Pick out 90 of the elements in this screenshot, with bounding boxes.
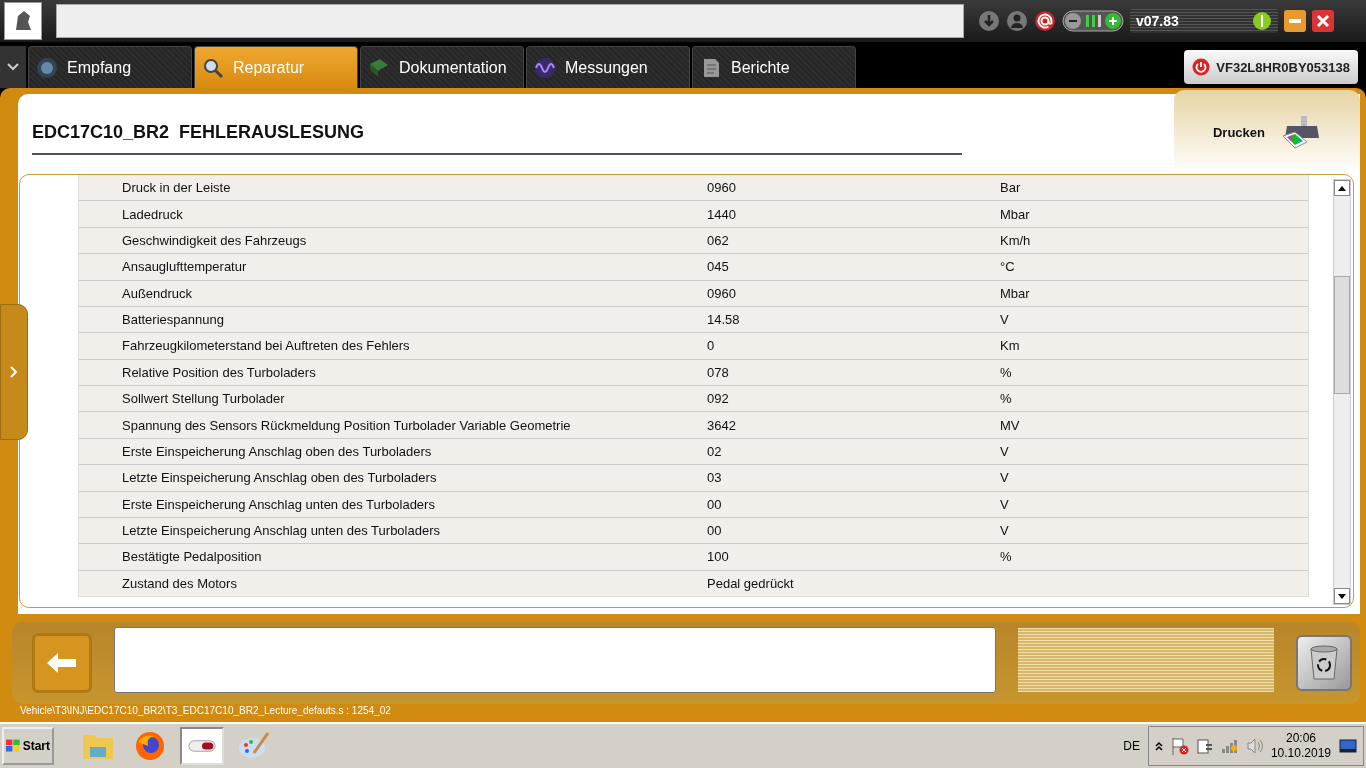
start-button[interactable]: Start (2, 727, 54, 765)
parameter-value: 00 (707, 523, 723, 539)
parameter-unit: V (1000, 470, 1010, 486)
parameter-unit: Mbar (1000, 206, 1031, 222)
trash-icon (1309, 645, 1339, 681)
print-button[interactable]: Drucken (1174, 90, 1360, 174)
language-indicator[interactable]: DE (1123, 739, 1140, 753)
show-desktop-icon[interactable] (1339, 739, 1357, 753)
parameter-value: Pedal gedrückt (707, 575, 795, 591)
arrow-left-icon (47, 653, 77, 673)
person-icon[interactable] (1006, 10, 1028, 32)
speaker-icon[interactable] (1246, 738, 1263, 754)
parameter-name: Relative Position des Turboladers (122, 364, 317, 380)
scroll-up-arrow-icon[interactable] (1338, 185, 1346, 191)
parameter-value: 062 (707, 232, 730, 248)
at-sign-icon[interactable] (1034, 10, 1056, 32)
scroll-down-arrow-icon[interactable] (1338, 593, 1346, 599)
plug-icon[interactable] (1196, 737, 1213, 755)
download-icon[interactable] (978, 10, 1000, 32)
close-icon[interactable] (1312, 10, 1334, 32)
parameter-unit: Bar (1000, 180, 1022, 196)
parameter-unit: % (1000, 364, 1013, 380)
parameter-name: Letzte Einspeicherung Anschlag oben des Turboladers (122, 470, 438, 486)
tab[interactable]: Dokumentation (360, 46, 524, 88)
parameter-unit: % (1000, 549, 1013, 565)
chevron-up-icon[interactable] (1154, 741, 1163, 751)
parameter-name: Bestätigte Pedalposition (122, 549, 263, 565)
parameter-name: Fahrzeugkilometerstand bei Auftreten des Fehlers (122, 338, 411, 354)
back-button[interactable] (32, 633, 92, 693)
side-panel-toggle[interactable] (0, 304, 28, 440)
toggle-switch-icon (188, 739, 216, 753)
parameter-unit: °C (1000, 259, 1016, 275)
volume-toggle-icon[interactable] (1062, 10, 1124, 32)
palette-icon (238, 731, 270, 761)
flag-error-icon[interactable] (1170, 737, 1189, 755)
parameter-name: Geschwindigkeit des Fahrzeugs (122, 232, 308, 248)
parameter-name: Druck in der Leiste (122, 180, 232, 196)
parameter-name: Letzte Einspeicherung Anschlag unten des Turboladers (122, 523, 441, 539)
parameter-value: 0960 (707, 180, 737, 196)
minimize-icon[interactable] (1284, 10, 1306, 32)
parameter-value: 3642 (707, 417, 737, 433)
parameter-unit: % (1000, 391, 1013, 407)
address-field[interactable] (56, 4, 964, 38)
chevron-right-icon (10, 366, 18, 378)
parameter-value: 078 (707, 364, 730, 380)
parameter-value: 100 (707, 549, 730, 565)
parameter-unit: V (1000, 496, 1010, 512)
page-title: EDC17C10_BR2 FEHLERAUSLESUNG (32, 121, 962, 155)
expand-chevron-icon[interactable] (0, 46, 26, 88)
parameter-value: 045 (707, 259, 730, 275)
signal-bars-icon[interactable] (1220, 738, 1239, 754)
recycle-bin-button[interactable] (1296, 635, 1352, 691)
parameter-name: Außendruck (122, 285, 194, 301)
wave-icon (533, 55, 557, 80)
parameter-unit: MV (1000, 417, 1021, 433)
parameter-unit: Km/h (1000, 232, 1032, 248)
clock[interactable]: 20:06 10.10.2019 (1270, 731, 1331, 761)
parameter-value: 03 (707, 470, 723, 486)
parameter-value: 0 (707, 338, 716, 354)
tab[interactable]: Berichte (692, 46, 856, 88)
parameter-name: Ansauglufttemperatur (122, 259, 248, 275)
parameter-unit: V (1000, 443, 1010, 459)
tab[interactable]: Messungen (526, 46, 690, 88)
parameter-value: 02 (707, 443, 723, 459)
parameter-name: Sollwert Stellung Turbolader (122, 391, 286, 407)
windows-logo-icon (6, 739, 21, 753)
parameter-unit: V (1000, 312, 1010, 328)
scrollbar[interactable] (1333, 179, 1351, 605)
tab[interactable]: Empfang (28, 46, 192, 88)
parameter-unit: Mbar (1000, 285, 1031, 301)
parameter-value: 00 (707, 496, 723, 512)
parameter-unit: Km (1000, 338, 1021, 354)
parameter-value: 092 (707, 391, 730, 407)
parameter-name: Erste Einspeicherung Anschlag oben des Turboladers (122, 443, 433, 459)
toggle-app-button[interactable] (180, 727, 224, 765)
version-text: v07.83 (1136, 13, 1179, 29)
vehicle-id-button[interactable]: VF32L8HR0BY053138 (1184, 50, 1358, 84)
parameter-name: Batteriespannung (122, 312, 225, 328)
parameter-value: 0960 (707, 285, 737, 301)
parameter-unit: V (1000, 523, 1010, 539)
scroll-thumb[interactable] (1334, 276, 1350, 394)
parameter-value: 1440 (707, 206, 737, 222)
parameter-name: Erste Einspeicherung Anschlag unten des Turboladers (122, 496, 436, 512)
script-path-text: Vehicle\T3\INJ\EDC17C10_BR2\T3_EDC17C10_BR2_Lecture_defauts.s : 1254_02 (20, 705, 391, 716)
parameter-name: Spannung des Sensors Rückmeldung Position Turbolader Variable Geometrie (122, 417, 572, 433)
globe-icon (35, 55, 59, 80)
parameter-value: 14.58 (707, 312, 741, 328)
parameter-name: Ladedruck (122, 206, 184, 222)
power-icon (1192, 58, 1211, 76)
parameter-name: Zustand des Motors (122, 575, 238, 591)
